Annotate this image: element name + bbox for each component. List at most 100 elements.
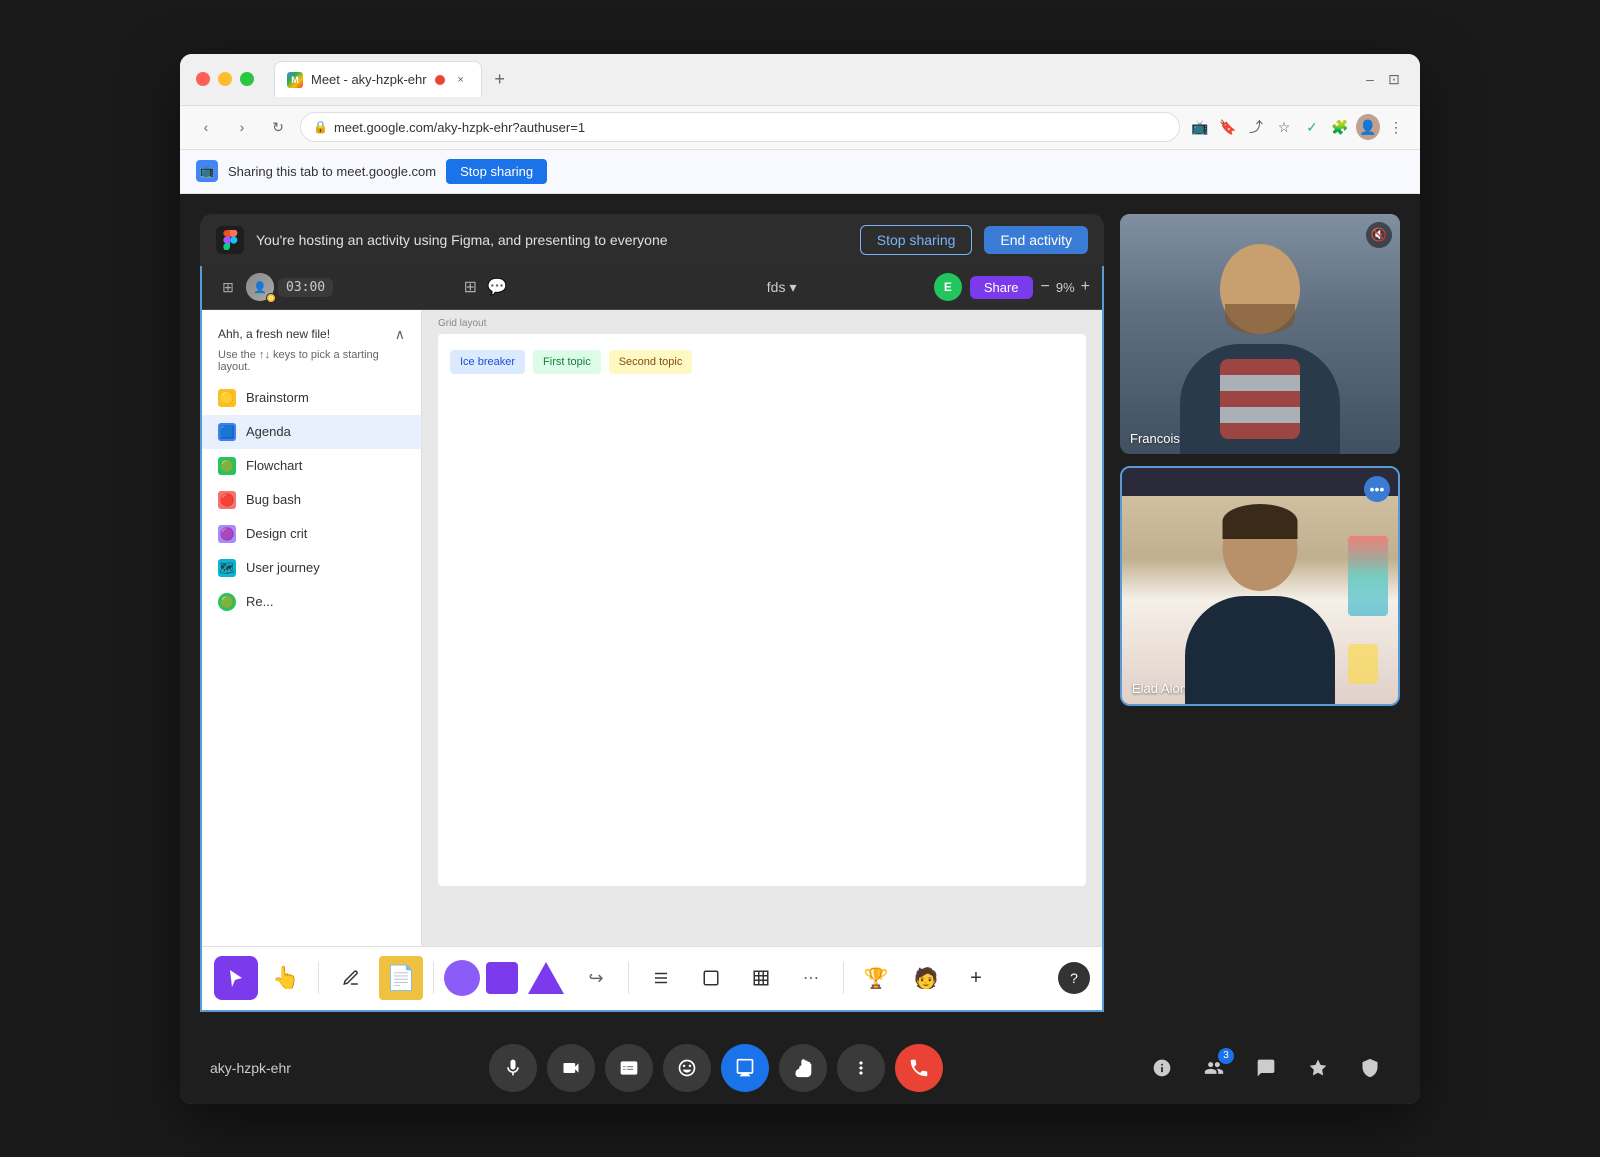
address-right-icons: 📺 🔖 ⤴ ☆ ✓ 🧩 👤 ⋮	[1188, 115, 1408, 139]
pointer-tool-icon[interactable]: 👆	[272, 965, 299, 991]
menu-icon[interactable]: ⋮	[1384, 115, 1408, 139]
figma-main-canvas[interactable]: Grid layout Ice breaker First topic Seco…	[422, 310, 1102, 946]
emoji-widget-btn[interactable]: 🏆	[854, 956, 898, 1000]
text-tool-btn[interactable]	[639, 956, 683, 1000]
end-activity-btn[interactable]: End activity	[984, 226, 1088, 254]
extensions-icon[interactable]: 🧩	[1328, 115, 1352, 139]
panel-item-userjourney[interactable]: 🗺 User journey	[202, 551, 421, 585]
refresh-btn[interactable]: ↻	[264, 113, 292, 141]
emoji-reaction-btn[interactable]	[663, 1044, 711, 1092]
brainstorm-label: Brainstorm	[246, 390, 309, 405]
panel-collapse-btn[interactable]: ∧	[395, 326, 405, 343]
maximize-window-btn[interactable]	[240, 72, 254, 86]
zoom-level[interactable]: 9%	[1056, 280, 1075, 295]
re-icon: 🟢	[218, 593, 236, 611]
microphone-btn[interactable]	[489, 1044, 537, 1092]
figma-canvas-area: Ahh, a fresh new file! ∧ Use the ↑↓ keys…	[202, 310, 1102, 946]
sharing-text: Sharing this tab to meet.google.com	[228, 164, 436, 179]
minimize-window-btn[interactable]	[218, 72, 232, 86]
tab-title: Meet - aky-hzpk-ehr	[311, 72, 427, 87]
present-btn[interactable]	[721, 1044, 769, 1092]
comment-tool-icon[interactable]: 💬	[487, 277, 507, 297]
meet-window: You're hosting an activity using Figma, …	[200, 214, 1104, 1012]
panel-item-bugbash[interactable]: 🔴 Bug bash	[202, 483, 421, 517]
toolbar-separator-1	[318, 962, 319, 994]
tab-bar: M Meet - aky-hzpk-ehr × +	[274, 61, 1348, 97]
raise-hand-btn[interactable]	[779, 1044, 827, 1092]
pencil-tool-btn[interactable]	[329, 956, 373, 1000]
panel-item-flowchart[interactable]: 🟢 Flowchart	[202, 449, 421, 483]
frame-tool-icon[interactable]: ⊞	[464, 277, 477, 297]
figma-help-btn[interactable]: ?	[1058, 962, 1090, 994]
table-tool-btn[interactable]	[739, 956, 783, 1000]
figma-file-name: fds ▾	[767, 279, 797, 296]
tab-close-btn[interactable]: ×	[453, 72, 469, 88]
add-widget-btn[interactable]: +	[954, 956, 998, 1000]
select-tool-btn[interactable]	[214, 956, 258, 1000]
content-area: You're hosting an activity using Figma, …	[180, 194, 1420, 1032]
tab-recording-dot	[435, 75, 445, 85]
save-page-icon[interactable]: 🔖	[1216, 115, 1240, 139]
forward-btn[interactable]: ›	[228, 113, 256, 141]
zoom-out-btn[interactable]: −	[1041, 278, 1050, 296]
url-bar[interactable]: 🔒 meet.google.com/aky-hzpk-ehr?authuser=…	[300, 112, 1180, 142]
controls-right: 3	[1142, 1048, 1390, 1088]
window-restore-btn[interactable]: ⊡	[1384, 69, 1404, 89]
designcrit-icon: 🟣	[218, 525, 236, 543]
camera-btn[interactable]	[547, 1044, 595, 1092]
chevron-down-icon[interactable]: ▾	[789, 279, 796, 296]
more-options-btn[interactable]	[837, 1044, 885, 1092]
star-icon[interactable]: ☆	[1272, 115, 1296, 139]
info-btn[interactable]	[1142, 1048, 1182, 1088]
cast-icon[interactable]: 📺	[1188, 115, 1212, 139]
browser-stop-sharing-btn[interactable]: Stop sharing	[446, 159, 547, 184]
figma-frame: ⊞ 👤 ⚙ 03:00 ⊞	[200, 266, 1104, 1012]
sticky-note-btn[interactable]: 📄	[379, 956, 423, 1000]
toolbar-separator-4	[843, 962, 844, 994]
stop-sharing-btn[interactable]: Stop sharing	[860, 225, 973, 255]
more-tools-btn[interactable]: ⋯	[789, 956, 833, 1000]
arrow-shape-btn[interactable]: ↪	[574, 956, 618, 1000]
figma-menu-btn[interactable]: ⊞	[214, 273, 242, 301]
participants-btn[interactable]: 3	[1194, 1048, 1234, 1088]
figma-toolbar-right: E Share − 9% +	[934, 273, 1090, 301]
chat-btn[interactable]	[1246, 1048, 1286, 1088]
frame-tool-btn[interactable]	[689, 956, 733, 1000]
zoom-in-btn[interactable]: +	[1081, 278, 1090, 296]
panel-item-re[interactable]: 🟢 Re...	[202, 585, 421, 619]
figma-share-btn[interactable]: Share	[970, 276, 1033, 299]
video-panel: 🔇 Francois	[1120, 214, 1400, 1012]
elad-more-btn[interactable]: •••	[1364, 476, 1390, 502]
new-tab-btn[interactable]: +	[486, 65, 514, 93]
triangle-shape-btn[interactable]	[528, 962, 564, 994]
character-widget-btn[interactable]: 🧑	[904, 956, 948, 1000]
safety-btn[interactable]	[1350, 1048, 1390, 1088]
active-tab[interactable]: M Meet - aky-hzpk-ehr ×	[274, 61, 482, 97]
activities-btn[interactable]	[1298, 1048, 1338, 1088]
figma-view-tools: ⊞ 💬	[464, 277, 507, 297]
close-window-btn[interactable]	[196, 72, 210, 86]
sharing-icon: 📺	[196, 160, 218, 182]
panel-item-designcrit[interactable]: 🟣 Design crit	[202, 517, 421, 551]
circle-shape-btn[interactable]	[444, 960, 480, 996]
panel-header: Ahh, a fresh new file!	[218, 327, 330, 341]
userjourney-label: User journey	[246, 560, 320, 575]
grammarly-icon[interactable]: ✓	[1300, 115, 1324, 139]
video-tile-francois: 🔇 Francois	[1120, 214, 1400, 454]
share-icon[interactable]: ⤴	[1244, 115, 1268, 139]
rect-shape-btn[interactable]	[486, 962, 518, 994]
end-call-btn[interactable]	[895, 1044, 943, 1092]
back-btn[interactable]: ‹	[192, 113, 220, 141]
profile-icon[interactable]: 👤	[1356, 115, 1380, 139]
activity-banner: You're hosting an activity using Figma, …	[200, 214, 1104, 266]
canvas-grid-label: Grid layout	[438, 318, 486, 329]
panel-item-brainstorm[interactable]: 🟡 Brainstorm	[202, 381, 421, 415]
browser-window: M Meet - aky-hzpk-ehr × + – ⊡ ‹ › ↻ 🔒 me…	[180, 54, 1420, 1104]
captions-btn[interactable]	[605, 1044, 653, 1092]
figma-timer: 03:00	[278, 278, 333, 297]
main-content: You're hosting an activity using Figma, …	[180, 194, 1420, 1104]
url-text: meet.google.com/aky-hzpk-ehr?authuser=1	[334, 120, 585, 135]
window-minimize-btn[interactable]: –	[1360, 69, 1380, 89]
bugbash-label: Bug bash	[246, 492, 301, 507]
panel-item-agenda[interactable]: 🟦 Agenda	[202, 415, 421, 449]
